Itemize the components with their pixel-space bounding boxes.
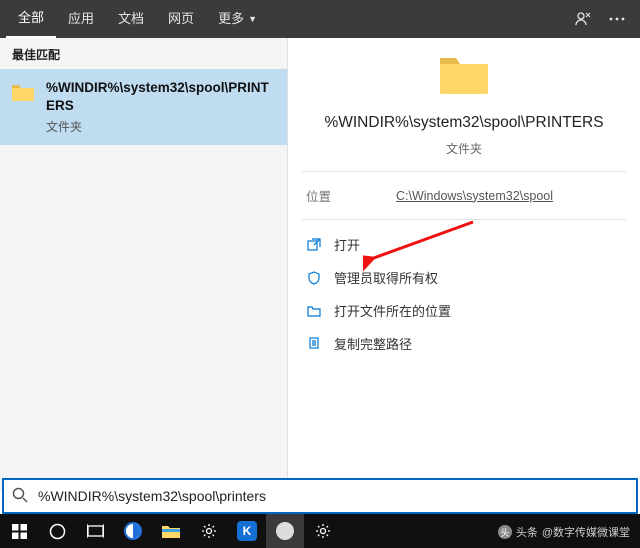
- action-open-label: 打开: [334, 235, 360, 254]
- taskbar: K: [0, 514, 640, 548]
- search-results-area: 最佳匹配 %WINDIR%\system32\spool\PRINTERS 文件…: [0, 38, 640, 492]
- result-item-printers-folder[interactable]: %WINDIR%\system32\spool\PRINTERS 文件夹: [0, 69, 287, 145]
- location-row: 位置 C:\Windows\system32\spool: [288, 172, 640, 219]
- results-list-pane: 最佳匹配 %WINDIR%\system32\spool\PRINTERS 文件…: [0, 38, 288, 492]
- folder-icon: [438, 52, 490, 96]
- cortana-button[interactable]: [38, 514, 76, 548]
- task-view-button[interactable]: [76, 514, 114, 548]
- taskbar-app-settings[interactable]: [190, 514, 228, 548]
- preview-subtitle: 文件夹: [446, 140, 482, 157]
- action-admin-ownership[interactable]: 管理员取得所有权: [288, 261, 640, 294]
- action-open-location-label: 打开文件所在的位置: [334, 301, 451, 320]
- taskbar-app-browser[interactable]: [114, 514, 152, 548]
- search-icon: [12, 487, 30, 505]
- preview-title: %WINDIR%\system32\spool\PRINTERS: [324, 114, 603, 132]
- open-icon: [306, 237, 322, 253]
- search-bar[interactable]: [2, 478, 638, 514]
- result-subtitle: 文件夹: [46, 118, 275, 135]
- search-filter-bar: 全部 应用 文档 网页 更多 ▼: [0, 0, 640, 38]
- actions-list: 打开 管理员取得所有权 打开文件所在的位置 复制完整路径: [288, 220, 640, 368]
- start-button[interactable]: [0, 514, 38, 548]
- tab-documents[interactable]: 文档: [106, 0, 156, 38]
- location-label: 位置: [306, 186, 396, 205]
- tab-apps[interactable]: 应用: [56, 0, 106, 38]
- action-copy-path[interactable]: 复制完整路径: [288, 327, 640, 360]
- folder-icon: [10, 79, 36, 105]
- taskbar-app-active[interactable]: [266, 514, 304, 548]
- taskbar-app-settings-2[interactable]: [304, 514, 342, 548]
- taskbar-app-kugou[interactable]: K: [228, 514, 266, 548]
- svg-text:K: K: [243, 524, 252, 538]
- tab-more-label: 更多: [218, 0, 244, 38]
- chevron-down-icon: ▼: [248, 0, 257, 38]
- best-match-header: 最佳匹配: [0, 38, 287, 69]
- taskbar-app-explorer[interactable]: [152, 514, 190, 548]
- feedback-icon[interactable]: [566, 0, 600, 38]
- result-title: %WINDIR%\system32\spool\PRINTERS: [46, 79, 275, 114]
- action-copy-path-label: 复制完整路径: [334, 334, 412, 353]
- more-options-icon[interactable]: [600, 0, 634, 38]
- location-link[interactable]: C:\Windows\system32\spool: [396, 189, 553, 203]
- shield-icon: [306, 270, 322, 286]
- tab-more[interactable]: 更多 ▼: [206, 0, 269, 38]
- filter-tabs: 全部 应用 文档 网页 更多 ▼: [6, 0, 269, 38]
- folder-open-icon: [306, 303, 322, 319]
- action-open-location[interactable]: 打开文件所在的位置: [288, 294, 640, 327]
- action-open[interactable]: 打开: [288, 228, 640, 261]
- action-admin-ownership-label: 管理员取得所有权: [334, 268, 438, 287]
- copy-icon: [306, 336, 322, 352]
- preview-pane: %WINDIR%\system32\spool\PRINTERS 文件夹 位置 …: [288, 38, 640, 492]
- search-input[interactable]: [38, 488, 628, 504]
- tab-web[interactable]: 网页: [156, 0, 206, 38]
- tab-all[interactable]: 全部: [6, 0, 56, 38]
